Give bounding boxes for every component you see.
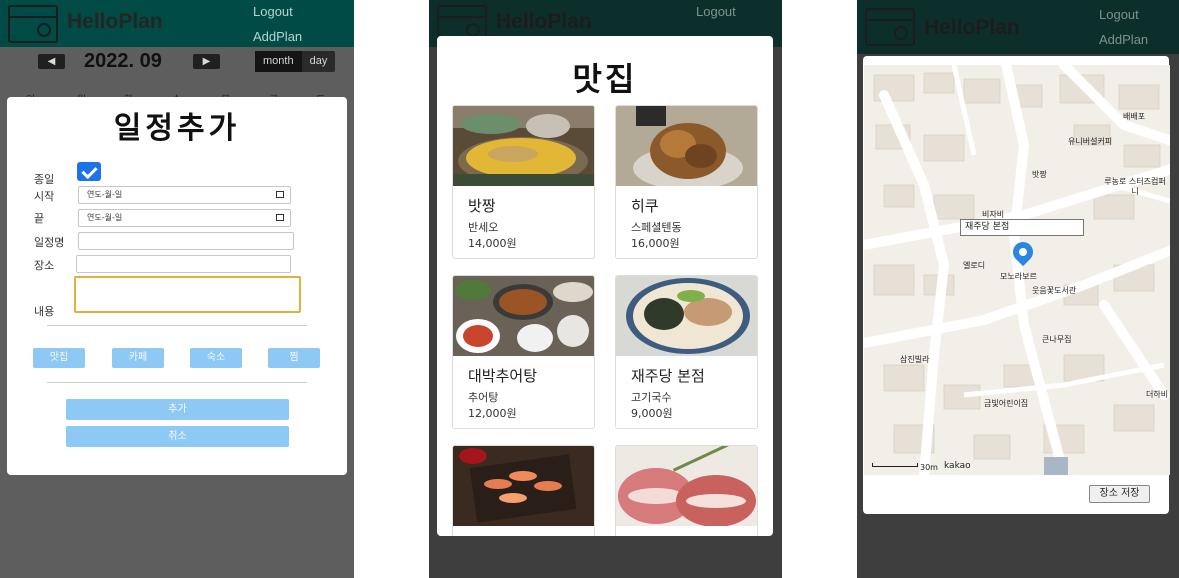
prev-month-button[interactable]: ◀: [38, 54, 65, 69]
restaurant-menu: 고기국수: [631, 391, 672, 404]
start-label: 시작: [34, 190, 55, 203]
addplan-link[interactable]: AddPlan: [253, 29, 302, 44]
map-place-label: 금빛어린이집: [984, 399, 1029, 408]
restaurant-card[interactable]: [452, 445, 595, 536]
map-scale-label: 30m: [920, 463, 938, 472]
restaurant-card[interactable]: 밧짱 반세오 14,000원: [452, 105, 595, 259]
food-photo: [453, 276, 594, 356]
modal-title: 일정추가: [113, 111, 241, 146]
save-place-button[interactable]: 장소 저장: [1089, 485, 1150, 503]
restaurant-modal: 맛집 밧짱 반세오 14,000원 히쿠 스페셜텐동 16,000원 대박추어탕…: [437, 36, 773, 536]
divider: [47, 325, 307, 326]
map-place-label: 삼진빌라: [900, 355, 930, 364]
map-place-label: 밧짱: [1032, 170, 1047, 179]
logout-link[interactable]: Logout: [1099, 7, 1139, 22]
logout-link[interactable]: Logout: [696, 4, 736, 19]
kakao-logo: kakao: [944, 461, 971, 471]
restaurant-card[interactable]: [615, 445, 758, 536]
map-place-label: 웃음꽃도서관: [1032, 286, 1077, 295]
calendar-logo-icon: [8, 5, 58, 43]
restaurant-price: 16,000원: [631, 237, 680, 250]
map-place-label: 유니버설커피: [1068, 137, 1113, 146]
content-label: 내용: [34, 305, 55, 318]
end-label: 끝: [34, 212, 45, 225]
category-lodging-button[interactable]: 숙소: [190, 348, 242, 368]
restaurant-menu: 추어탕: [468, 391, 499, 404]
category-restaurant-button[interactable]: 맛집: [33, 348, 85, 368]
map-place-label: 큰나무집: [1042, 335, 1072, 344]
add-plan-modal: 일정추가 종일 시작 연도-월-일 끝 연도-월-일 일정명 장소 내용 맛집 …: [7, 97, 347, 475]
restaurant-menu: 스페셜텐동: [631, 221, 682, 234]
food-photo: [453, 446, 594, 526]
restaurant-menu: 반세오: [468, 221, 499, 234]
restaurant-price: 14,000원: [468, 237, 517, 250]
plan-name-input[interactable]: [78, 232, 294, 250]
food-photo: [616, 276, 757, 356]
divider: [47, 382, 307, 383]
restaurant-price: 9,000원: [631, 407, 673, 420]
restaurant-card[interactable]: 히쿠 스페셜텐동 16,000원: [615, 105, 758, 259]
allday-checkbox[interactable]: [77, 162, 101, 181]
selected-place-label: 재주당 본점: [960, 219, 1084, 236]
map-scale-bar: [872, 463, 918, 467]
start-date-placeholder: 연도-월-일: [87, 190, 123, 199]
chevron-left-icon: ◀: [47, 56, 56, 67]
end-date-input[interactable]: 연도-월-일: [78, 209, 291, 227]
food-photo: [453, 106, 594, 186]
plan-name-label: 일정명: [34, 236, 65, 249]
phone-add-plan: HelloPlan Logout AddPlan ◀ 2022. 09 ▶ mo…: [0, 0, 354, 578]
restaurant-name: 재주당 본점: [631, 367, 705, 385]
end-date-placeholder: 연도-월-일: [87, 213, 123, 222]
cancel-button[interactable]: 취소: [66, 426, 289, 447]
map-place-label: 배배포: [1123, 112, 1146, 121]
add-button[interactable]: 추가: [66, 399, 289, 420]
brand-name: HelloPlan: [67, 10, 163, 33]
start-date-input[interactable]: 연도-월-일: [78, 186, 291, 204]
year-month: 2022. 09: [84, 50, 162, 72]
category-favorite-button[interactable]: 찜: [268, 348, 320, 368]
food-photo: [616, 446, 757, 527]
next-month-button[interactable]: ▶: [193, 54, 220, 69]
restaurant-card[interactable]: 재주당 본점 고기국수 9,000원: [615, 275, 758, 429]
place-input[interactable]: [76, 255, 291, 273]
kakao-map[interactable]: 배배포 유니버설커피 밧짱 루농로 스터즈컴퍼니 비자비 엘로디 모노라보르 웃…: [864, 65, 1170, 475]
restaurant-name: 밧짱: [468, 197, 496, 215]
phone-map: HelloPlan Logout AddPlan 배배포 유니버설커피 밧짱 루…: [857, 0, 1179, 578]
restaurant-card[interactable]: 대박추어탕 추어탕 12,000원: [452, 275, 595, 429]
phone-restaurants: HelloPlan Logout 맛집 밧짱 반세오 14,000원 히쿠 스페…: [429, 0, 782, 578]
map-place-label: 엘로디: [963, 261, 986, 270]
brand-name: HelloPlan: [924, 16, 1020, 39]
month-view-button[interactable]: month: [255, 51, 302, 72]
category-cafe-button[interactable]: 카페: [112, 348, 164, 368]
allday-label: 종일: [34, 173, 55, 186]
app-header: HelloPlan Logout AddPlan: [0, 0, 354, 47]
view-toggle: month day: [255, 51, 336, 72]
modal-title: 맛집: [572, 60, 638, 98]
chevron-right-icon: ▶: [202, 56, 211, 67]
map-place-label: 더하비: [1146, 390, 1169, 399]
place-label: 장소: [34, 259, 55, 272]
map-place-label: 모노라보르: [1000, 272, 1037, 281]
logout-link[interactable]: Logout: [253, 4, 293, 19]
content-textarea[interactable]: [74, 276, 301, 313]
calendar-logo-icon: [865, 8, 915, 46]
calendar-icon[interactable]: [276, 191, 284, 198]
restaurant-name: 히쿠: [631, 197, 659, 215]
brand-name: HelloPlan: [496, 10, 592, 33]
map-place-label: 루농로 스터즈컴퍼니: [1104, 177, 1166, 196]
restaurant-price: 12,000원: [468, 407, 517, 420]
day-view-button[interactable]: day: [302, 51, 336, 72]
calendar-icon[interactable]: [276, 214, 284, 221]
food-photo: [616, 106, 757, 190]
app-header: HelloPlan Logout AddPlan: [857, 0, 1179, 54]
addplan-link[interactable]: AddPlan: [1099, 32, 1148, 47]
restaurant-name: 대박추어탕: [468, 367, 538, 385]
